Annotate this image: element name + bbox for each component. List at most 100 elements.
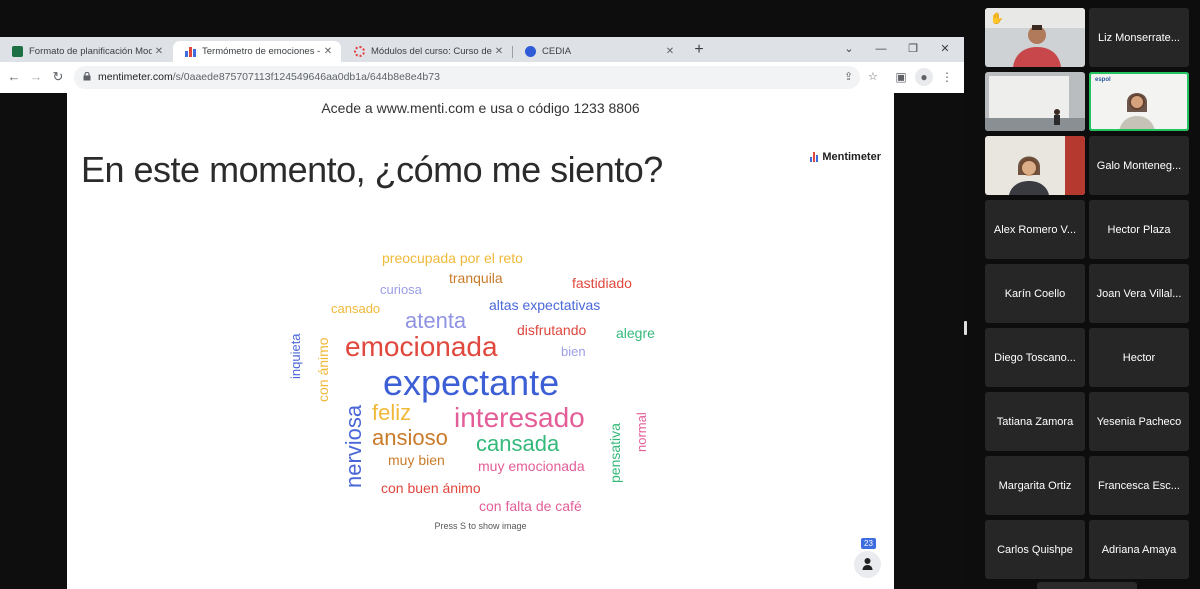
cloud-word: inquieta	[288, 333, 303, 379]
tab-planificacion[interactable]: Formato de planificación Modelo ✕	[0, 41, 172, 62]
participant-name: Alex Romero V...	[993, 223, 1077, 236]
cloud-word: bien	[561, 344, 586, 359]
close-icon[interactable]: ✕	[663, 46, 677, 57]
participant-video	[985, 72, 1085, 131]
participant-name: Tatiana Zamora	[996, 415, 1074, 428]
participant-tile[interactable]: Yesenia Pacheco	[1089, 392, 1189, 451]
espol-logo: espol	[1095, 77, 1111, 83]
cloud-word: emocionada	[345, 331, 498, 362]
url-path: /s/0aaede875707113f124549646aa0db1a/644b…	[172, 71, 440, 83]
tab-cedia[interactable]: CEDIA ✕	[513, 41, 683, 62]
participant-tile[interactable]: Galo Monteneg...	[1089, 136, 1189, 195]
participant-name: Joan Vera Villal...	[1096, 287, 1182, 300]
cloud-word: con falta de café	[479, 498, 582, 514]
participant-tile[interactable]: Karín Coello	[985, 264, 1085, 323]
cloud-word: expectante	[383, 362, 560, 403]
participant-name: Carlos Quishpe	[997, 543, 1073, 556]
profile-avatar-icon[interactable]: ●	[915, 68, 933, 86]
tab-title: CEDIA	[542, 46, 572, 57]
reload-icon[interactable]: ↻	[49, 68, 67, 86]
keyboard-hint: Press S to show image	[434, 521, 527, 531]
participant-name: Diego Toscano...	[994, 351, 1076, 364]
cloud-word: alegre	[616, 325, 655, 341]
browser-menu-icon[interactable]: ⋮	[938, 68, 956, 86]
mentimeter-logo-icon	[810, 152, 819, 162]
side-panel-icon[interactable]: ▣	[892, 68, 910, 86]
cloud-word: atenta	[405, 308, 467, 333]
cloud-word: ansioso	[372, 425, 448, 450]
cloud-word: normal	[634, 412, 649, 452]
participant-tile[interactable]: Alex Romero V...	[985, 200, 1085, 259]
participant-tile-video[interactable]	[985, 136, 1085, 195]
cloud-word: disfrutando	[517, 322, 587, 338]
participant-name: Francesca Esc...	[1098, 479, 1180, 492]
bookmark-star-icon[interactable]: ☆	[868, 70, 878, 83]
shared-screen: Formato de planificación Modelo ✕ Termóm…	[0, 37, 964, 589]
forward-arrow-icon[interactable]: →	[27, 68, 45, 86]
browser-toolbar: ← → ↻ mentimeter.com/s/0aaede875707113f1…	[0, 62, 964, 93]
participant-name: Hector Plaza	[1107, 223, 1171, 236]
participant-name: Adriana Amaya	[1101, 543, 1177, 556]
cloud-word: muy emocionada	[478, 458, 585, 474]
window-close-icon[interactable]: ✕	[930, 39, 960, 59]
participant-name: Yesenia Pacheco	[1096, 415, 1182, 428]
participant-tile[interactable]: Carlos Quishpe	[985, 520, 1085, 579]
participant-tile[interactable]: Hector	[1089, 328, 1189, 387]
mentimeter-logo-text: Mentimeter	[822, 151, 881, 163]
cedia-icon	[525, 46, 536, 57]
back-arrow-icon[interactable]: ←	[5, 68, 23, 86]
participant-tile-video-active[interactable]: espol	[1089, 72, 1189, 131]
mentimeter-logo: Mentimeter	[810, 151, 881, 163]
participants-button[interactable]	[854, 551, 881, 578]
participant-tile[interactable]: Diego Toscano...	[985, 328, 1085, 387]
cloud-word: interesado	[454, 402, 585, 433]
tab-title: Formato de planificación Modelo	[29, 46, 152, 57]
cloud-word: curiosa	[380, 282, 422, 297]
address-bar[interactable]: mentimeter.com/s/0aaede875707113f1245496…	[74, 66, 878, 89]
close-icon[interactable]: ✕	[152, 46, 166, 57]
cloud-word: tranquila	[449, 270, 503, 286]
participant-tile[interactable]: Liz Monserrate...	[1089, 8, 1189, 67]
close-icon[interactable]: ✕	[321, 46, 335, 57]
close-icon[interactable]: ✕	[492, 46, 506, 57]
participant-video	[985, 136, 1085, 195]
cloud-word: con ánimo	[315, 337, 331, 402]
cloud-word: cansado	[331, 301, 381, 316]
tab-search-chevron-icon[interactable]: ⌄	[834, 39, 864, 59]
restore-icon[interactable]: ❐	[898, 39, 928, 59]
cloud-word: preocupada por el reto	[382, 250, 523, 266]
participant-tile-video[interactable]: ✋	[985, 8, 1085, 67]
panel-resize-handle[interactable]	[964, 321, 967, 335]
cloud-word: nerviosa	[341, 404, 366, 488]
minimize-icon[interactable]: —	[866, 39, 896, 59]
excel-icon	[12, 46, 23, 57]
browser-chrome: Formato de planificación Modelo ✕ Termóm…	[0, 37, 964, 93]
tab-modulos[interactable]: Módulos del curso: Curso de Apr ✕	[342, 41, 512, 62]
url-text: mentimeter.com/s/0aaede875707113f1245496…	[98, 71, 440, 83]
cloud-word: pensativa	[607, 423, 623, 483]
participant-tile[interactable]: Adriana Amaya	[1089, 520, 1189, 579]
participant-name: Margarita Ortiz	[998, 479, 1072, 492]
question-title: En este momento, ¿cómo me siento?	[81, 149, 663, 190]
participant-name: Karín Coello	[1004, 287, 1066, 300]
participant-tile[interactable]: Tatiana Zamora	[985, 392, 1085, 451]
share-icon[interactable]: ⇪	[844, 70, 853, 83]
tab-termometro[interactable]: Termómetro de emociones - Men ✕	[173, 41, 341, 62]
participant-tile[interactable]: Margarita Ortiz	[985, 456, 1085, 515]
participant-tile[interactable]: Joan Vera Villal...	[1089, 264, 1189, 323]
canvas-icon	[354, 46, 365, 57]
tab-title: Módulos del curso: Curso de Apr	[371, 46, 492, 57]
new-tab-plus-icon[interactable]: +	[690, 41, 708, 59]
cloud-word: cansada	[476, 431, 560, 456]
cloud-word: muy bien	[388, 452, 445, 468]
url-host: mentimeter.com	[98, 71, 173, 83]
cloud-word: altas expectativas	[489, 297, 601, 313]
cloud-word: fastidiado	[572, 275, 632, 291]
participant-tile[interactable]: Francesca Esc...	[1089, 456, 1189, 515]
gallery-page-bar[interactable]	[1037, 582, 1137, 589]
participant-tile-video[interactable]	[985, 72, 1085, 131]
participant-name: Galo Monteneg...	[1096, 159, 1182, 172]
participant-tile[interactable]: Hector Plaza	[1089, 200, 1189, 259]
cloud-word: con buen ánimo	[381, 480, 481, 496]
lock-icon	[83, 72, 91, 81]
